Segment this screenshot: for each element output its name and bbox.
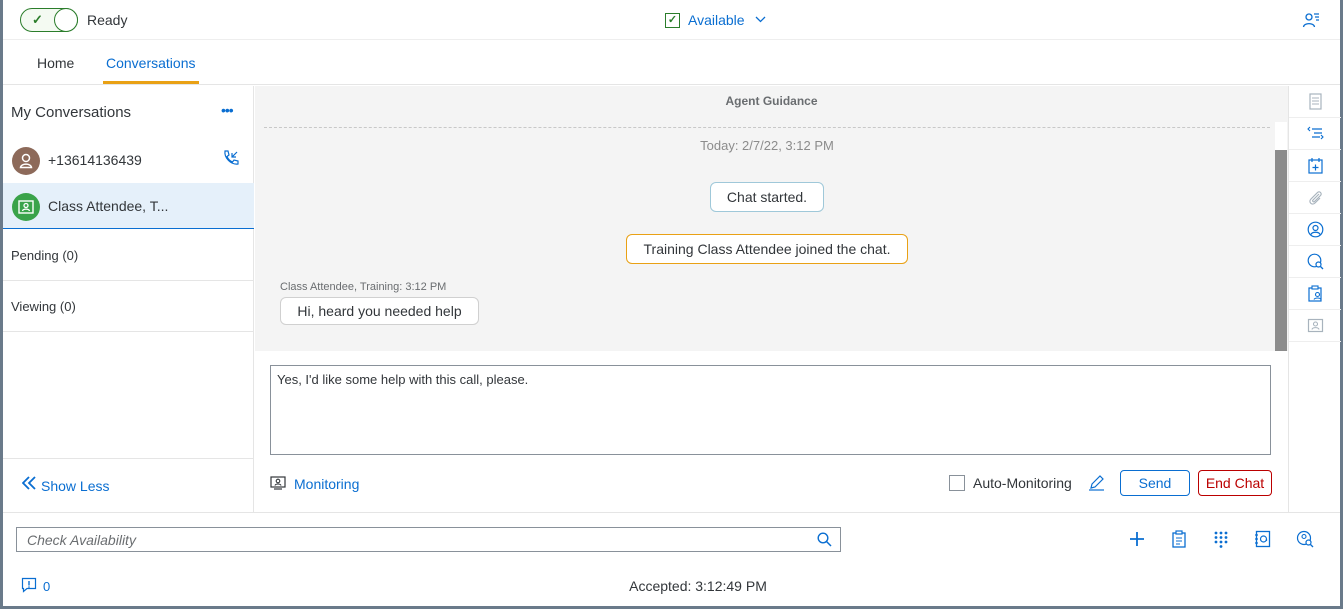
transcript-button[interactable] bbox=[1289, 118, 1341, 150]
conversation-label: Class Attendee, T... bbox=[48, 198, 169, 214]
accepted-time: Accepted: 3:12:49 PM bbox=[629, 578, 767, 594]
availability-dropdown[interactable]: ✓ Available bbox=[665, 12, 766, 28]
person-icon bbox=[12, 147, 40, 175]
contact-button[interactable] bbox=[1289, 214, 1341, 246]
clipboard-user-icon bbox=[1307, 285, 1322, 302]
incoming-call-icon[interactable] bbox=[222, 149, 240, 167]
id-card-icon bbox=[1307, 318, 1323, 333]
conversation-item-phone[interactable]: +13614136439 bbox=[3, 137, 254, 183]
check-icon: ✓ bbox=[32, 12, 43, 27]
user-search-icon[interactable] bbox=[1295, 529, 1315, 549]
monitoring-link[interactable]: Monitoring bbox=[294, 476, 359, 492]
agent-guidance-header: Agent Guidance bbox=[725, 94, 818, 108]
viewing-label: Viewing (0) bbox=[11, 299, 76, 314]
ready-label: Ready bbox=[87, 12, 128, 28]
document-icon bbox=[1308, 93, 1322, 110]
more-options-icon[interactable]: ••• bbox=[221, 102, 234, 118]
message-meta: Class Attendee, Training: 3:12 PM bbox=[280, 281, 447, 293]
top-bar: ✓ Ready ✓ Available bbox=[3, 0, 1340, 40]
right-toolbar bbox=[1288, 86, 1341, 512]
send-button[interactable]: Send bbox=[1120, 470, 1190, 496]
show-less-button[interactable]: Show Less bbox=[3, 458, 254, 512]
check-availability-search bbox=[16, 527, 841, 552]
search-contact-button[interactable] bbox=[1289, 246, 1341, 278]
conversation-item-chat[interactable]: Class Attendee, T... bbox=[3, 183, 254, 229]
available-check-icon: ✓ bbox=[665, 12, 680, 28]
check-availability-input[interactable] bbox=[17, 528, 807, 551]
system-message: Training Class Attendee joined the chat. bbox=[626, 234, 908, 264]
conversations-panel: My Conversations ••• +13614136439 Class … bbox=[3, 86, 254, 512]
ready-toggle[interactable]: ✓ bbox=[20, 8, 78, 32]
chevron-down-icon bbox=[755, 15, 766, 26]
chat-transcript: Agent Guidance Today: 2/7/22, 3:12 PM Ch… bbox=[255, 86, 1288, 351]
message-bubble: Hi, heard you needed help bbox=[280, 297, 479, 325]
bottom-bar: 0 Accepted: 3:12:49 PM bbox=[3, 512, 1340, 606]
calendar-add-icon bbox=[1307, 158, 1323, 174]
add-calendar-button[interactable] bbox=[1289, 150, 1341, 182]
availability-label: Available bbox=[688, 12, 745, 28]
add-icon[interactable] bbox=[1127, 529, 1147, 549]
pending-section[interactable]: Pending (0) bbox=[3, 230, 254, 281]
address-book-icon[interactable] bbox=[1253, 529, 1273, 549]
double-chevron-left-icon bbox=[21, 474, 36, 495]
contact-card-button[interactable] bbox=[1289, 310, 1341, 342]
chat-panel: Agent Guidance Today: 2/7/22, 3:12 PM Ch… bbox=[255, 86, 1288, 512]
user-search-icon bbox=[1307, 253, 1323, 270]
contact-card-icon bbox=[12, 193, 40, 221]
tab-home[interactable]: Home bbox=[37, 55, 74, 71]
list-arrow-icon bbox=[1306, 126, 1324, 140]
notes-button[interactable] bbox=[1289, 86, 1341, 118]
tab-bar: Home Conversations bbox=[3, 40, 1340, 85]
conversation-label: +13614136439 bbox=[48, 152, 142, 168]
user-circle-icon bbox=[1307, 221, 1323, 238]
paperclip-icon bbox=[1308, 191, 1322, 205]
chat-input[interactable]: Yes, I'd like some help with this call, … bbox=[270, 365, 1271, 455]
scrollbar-thumb[interactable] bbox=[1275, 150, 1287, 351]
system-message: Chat started. bbox=[710, 182, 824, 212]
auto-monitoring-label: Auto-Monitoring bbox=[973, 475, 1072, 491]
panel-title: My Conversations bbox=[11, 104, 132, 121]
pending-label: Pending (0) bbox=[11, 248, 79, 263]
edit-pen-icon[interactable] bbox=[1088, 474, 1105, 491]
user-settings-icon[interactable] bbox=[1302, 11, 1320, 29]
attachment-button[interactable] bbox=[1289, 182, 1341, 214]
viewing-section[interactable]: Viewing (0) bbox=[3, 281, 254, 332]
toggle-knob bbox=[54, 8, 78, 32]
clipboard-icon[interactable] bbox=[1169, 529, 1189, 549]
clipboard-user-button[interactable] bbox=[1289, 278, 1341, 310]
tab-conversations[interactable]: Conversations bbox=[103, 55, 198, 84]
chat-date: Today: 2/7/22, 3:12 PM bbox=[700, 138, 834, 153]
auto-monitoring-checkbox[interactable] bbox=[949, 475, 965, 491]
monitoring-icon bbox=[270, 476, 286, 490]
dialpad-icon[interactable] bbox=[1211, 529, 1231, 549]
end-chat-button[interactable]: End Chat bbox=[1198, 470, 1272, 496]
search-icon[interactable] bbox=[817, 532, 832, 547]
show-less-label: Show Less bbox=[41, 478, 110, 494]
divider bbox=[264, 127, 1270, 128]
